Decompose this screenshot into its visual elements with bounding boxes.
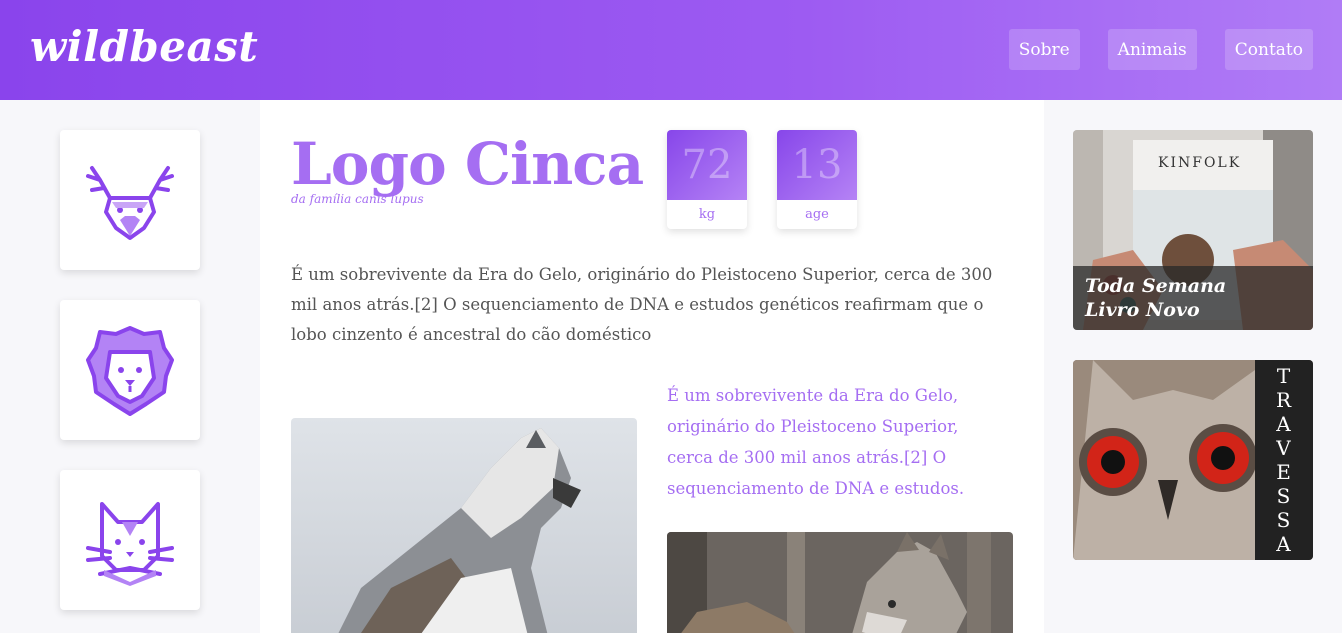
letter: A: [1276, 412, 1292, 436]
vertical-brand-text: T R A V E S S A: [1255, 360, 1313, 560]
letter: S: [1276, 484, 1292, 508]
book-brand-text: KINFOLK: [1158, 155, 1242, 171]
book-promo-card[interactable]: KINFOLK Toda Semana Livro Novo: [1073, 130, 1313, 330]
age-unit: age: [805, 207, 829, 222]
age-stat: 13 age: [777, 130, 857, 229]
main-nav: Sobre Animais Contato: [1008, 29, 1313, 70]
weight-unit: kg: [698, 207, 716, 222]
letter: E: [1276, 460, 1292, 484]
letter: A: [1276, 532, 1292, 556]
howling-wolf-photo: [291, 418, 637, 633]
deer-card[interactable]: [60, 130, 200, 270]
age-value: 13: [777, 130, 857, 200]
highlight-paragraph: É um sobrevivente da Era do Gelo, origin…: [667, 386, 965, 498]
weight-stat: 72 kg: [667, 130, 747, 229]
nav-sobre[interactable]: Sobre: [1008, 29, 1080, 70]
cat-card[interactable]: [60, 470, 200, 610]
caption-line-1: Toda Semana: [1085, 275, 1227, 297]
main-content: Logo Cinca da família canis lupus 72 kg …: [260, 100, 1044, 633]
letter: R: [1275, 388, 1293, 412]
animal-icon-list: [60, 130, 200, 633]
weight-value: 72: [667, 130, 747, 200]
owl-promo-card[interactable]: T R A V E S S A: [1073, 360, 1313, 560]
deer-icon: [86, 166, 174, 240]
right-sidebar: KINFOLK Toda Semana Livro Novo T R A V E…: [1073, 130, 1313, 590]
letter: T: [1276, 364, 1292, 388]
site-logo[interactable]: wildbeast: [30, 22, 258, 71]
page-subtitle: da família canis lupus: [291, 192, 424, 206]
cat-icon: [86, 502, 174, 586]
page-title: Logo Cinca: [291, 130, 644, 198]
caption-line-2: Livro Novo: [1085, 299, 1200, 321]
nav-contato[interactable]: Contato: [1224, 29, 1313, 70]
lion-icon: [86, 326, 174, 416]
letter: S: [1276, 508, 1292, 532]
wolves-photo: [667, 532, 1013, 633]
lion-card[interactable]: [60, 300, 200, 440]
book-promo-caption: Toda Semana Livro Novo: [1073, 266, 1313, 330]
intro-paragraph: É um sobrevivente da Era do Gelo, origin…: [291, 265, 993, 344]
nav-animais[interactable]: Animais: [1107, 29, 1197, 70]
letter: V: [1276, 436, 1292, 460]
site-header: wildbeast Sobre Animais Contato: [0, 0, 1342, 100]
